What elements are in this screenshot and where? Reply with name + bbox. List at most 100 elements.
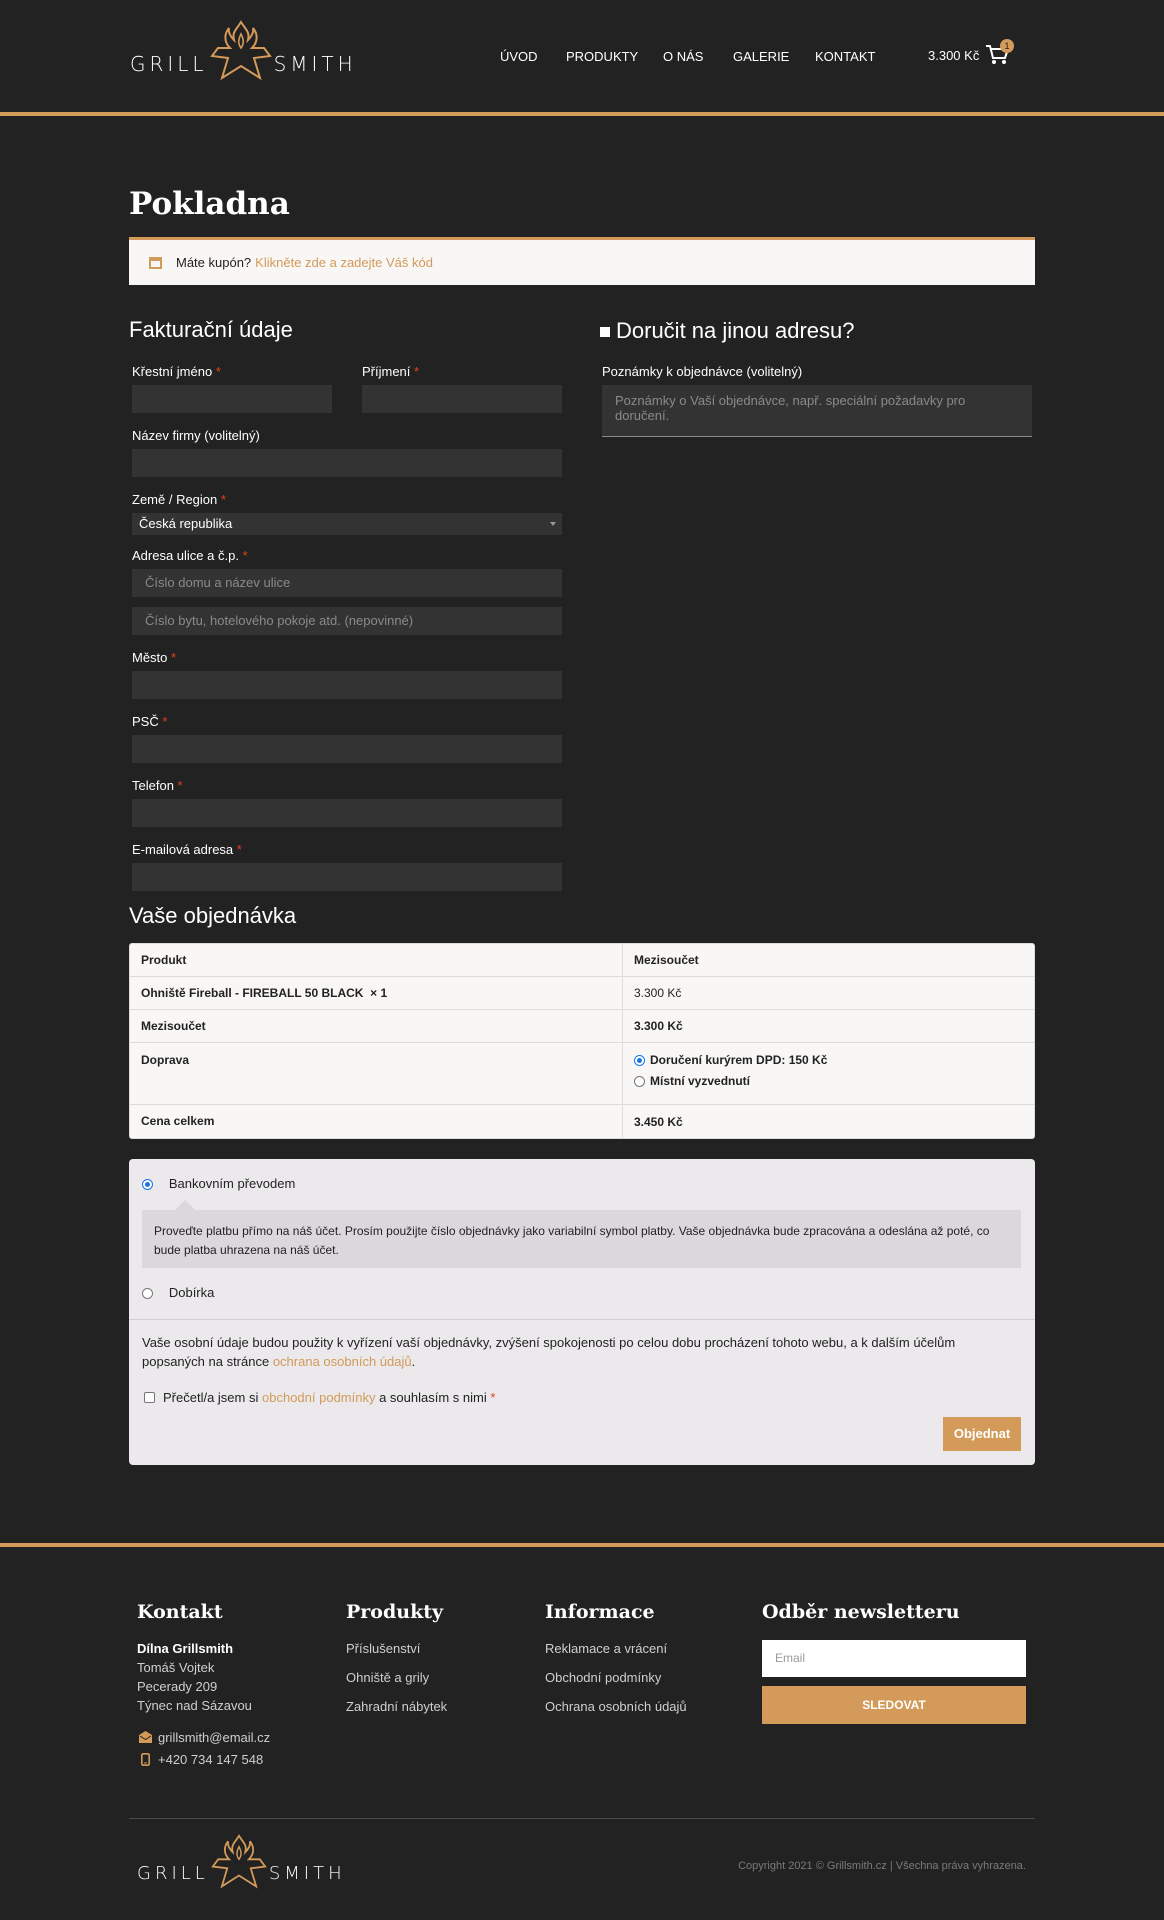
company-input[interactable] — [132, 449, 562, 477]
shipping-options: Doručení kurýrem DPD: 150 Kč Místní vyzv… — [623, 1043, 1034, 1104]
phone-icon — [141, 1753, 150, 1766]
table-row: Ohniště Fireball - FIREBALL 50 BLACK × 1… — [130, 976, 1034, 1010]
required-mark: * — [162, 714, 168, 729]
table-row: Doprava Doručení kurýrem DPD: 150 Kč Mís… — [130, 1043, 1034, 1105]
col-product-header: Produkt — [130, 943, 623, 977]
footer-email[interactable]: grillsmith@email.cz — [158, 1730, 270, 1745]
terms-checkbox[interactable] — [144, 1392, 155, 1403]
ship-different-checkbox[interactable] — [600, 327, 610, 337]
cart-count-badge: 1 — [1000, 39, 1014, 53]
required-mark: * — [171, 650, 177, 665]
phone-input[interactable] — [132, 799, 562, 827]
coupon-notice: Máte kupón? Klikněte zde a zadejte Váš k… — [129, 237, 1035, 285]
cart-widget[interactable]: 3.300 Kč 1 — [928, 39, 1014, 66]
table-row: Cena celkem 3.450 Kč — [130, 1105, 1034, 1138]
first-name-input[interactable] — [132, 385, 332, 413]
total-value: 3.450 Kč — [634, 1114, 683, 1129]
footer-contact-street: Pecerady 209 — [137, 1679, 218, 1694]
footer-link-firepits[interactable]: Ohniště a grily — [346, 1670, 429, 1685]
order-title: Vaše objednávka — [129, 903, 297, 928]
shipping-option-dpd-label: Doručení kurýrem DPD: 150 Kč — [650, 1053, 828, 1067]
total-label: Cena celkem — [130, 1105, 623, 1138]
footer-link-furniture[interactable]: Zahradní nábytek — [346, 1699, 447, 1714]
zip-label: PSČ * — [132, 714, 167, 729]
cart-amount: 3.300 Kč — [928, 47, 980, 63]
flame-anvil-icon — [210, 1834, 267, 1889]
first-name-label-text: Křestní jméno — [132, 364, 213, 379]
payment-option-cod[interactable]: Dobírka — [142, 1285, 214, 1300]
subtotal-value: 3.300 Kč — [634, 1019, 683, 1033]
phone-label: Telefon * — [132, 778, 183, 793]
privacy-notice: Vaše osobní údaje budou použity k vyříze… — [142, 1333, 1017, 1371]
radio-button[interactable] — [634, 1076, 645, 1087]
order-table: Produkt Mezisoučet Ohniště Fireball - FI… — [129, 943, 1035, 1139]
nav-link-produkty[interactable]: PRODUKTY — [566, 49, 638, 64]
footer-link-returns[interactable]: Reklamace a vrácení — [545, 1641, 667, 1656]
newsletter-subscribe-button[interactable]: SLEDOVAT — [762, 1686, 1026, 1724]
nav-link-o-nas[interactable]: O NÁS — [663, 49, 703, 64]
first-name-label: Křestní jméno * — [132, 364, 221, 379]
logo-word-smith: SMITH — [268, 1863, 346, 1884]
zip-label-text: PSČ — [132, 714, 159, 729]
payment-bank-description: Proveďte platbu přímo na náš účet. Prosí… — [142, 1200, 1021, 1268]
footer-logo[interactable]: GRILL SMITH — [137, 1834, 346, 1890]
street-input[interactable]: Číslo domu a název ulice — [132, 569, 562, 597]
country-label-text: Země / Region — [132, 492, 218, 507]
header-divider — [0, 112, 1164, 116]
required-mark: * — [490, 1390, 496, 1405]
nav-link-kontakt[interactable]: KONTAKT — [815, 49, 875, 64]
footer-link-privacy[interactable]: Ochrana osobních údajů — [545, 1699, 687, 1714]
country-select[interactable]: Česká republika — [132, 513, 562, 535]
required-mark: * — [242, 548, 248, 563]
payment-box: Bankovním převodem Proveďte platbu přímo… — [129, 1159, 1035, 1465]
site-header: GRILL SMITH ÚVOD PRODUKTY O NÁS GALERIE … — [0, 0, 1164, 113]
order-item-title: Ohniště Fireball - FIREBALL 50 BLACK — [141, 985, 364, 1000]
payment-divider — [129, 1319, 1035, 1320]
street-label-text: Adresa ulice a č.p. — [132, 548, 239, 563]
page-title: Pokladna — [129, 186, 290, 222]
table-header-row: Produkt Mezisoučet — [130, 943, 1034, 977]
nav-link-galerie[interactable]: GALERIE — [733, 49, 789, 64]
city-label: Město * — [132, 650, 176, 665]
shipping-label: Doprava — [130, 1043, 623, 1105]
shipping-option-pickup[interactable]: Místní vyzvednutí — [634, 1074, 1023, 1088]
street2-input[interactable]: Číslo bytu, hotelového pokoje atd. (nepo… — [132, 607, 562, 635]
city-input[interactable] — [132, 671, 562, 699]
required-mark: * — [414, 364, 420, 379]
radio-button[interactable] — [142, 1179, 153, 1190]
company-label: Název firmy (volitelný) — [132, 428, 260, 443]
shipping-title: Doručit na jinou adresu? — [616, 318, 855, 343]
notes-label: Poznámky k objednávce (volitelný) — [602, 364, 803, 379]
terms-link[interactable]: obchodní podmínky — [262, 1390, 375, 1405]
footer-link-accessories[interactable]: Příslušenství — [346, 1641, 420, 1656]
nav-link-uvod[interactable]: ÚVOD — [500, 49, 538, 64]
site-logo[interactable]: GRILL SMITH — [130, 20, 357, 82]
city-label-text: Město — [132, 650, 168, 665]
terms-row: Přečetl/a jsem si obchodní podmínky a so… — [144, 1390, 495, 1405]
billing-title: Fakturační údaje — [129, 317, 293, 342]
footer-contact-name: Dílna Grillsmith — [137, 1641, 234, 1656]
privacy-link[interactable]: ochrana osobních údajů — [273, 1354, 412, 1369]
envelope-icon — [139, 1731, 152, 1743]
footer-contact-title: Kontakt — [137, 1601, 223, 1623]
footer-contact-person: Tomáš Vojtek — [137, 1660, 215, 1675]
last-name-input[interactable] — [362, 385, 562, 413]
coupon-text: Máte kupón? — [176, 255, 252, 270]
footer-divider — [0, 1543, 1164, 1547]
radio-button[interactable] — [142, 1288, 153, 1299]
footer-phone[interactable]: +420 734 147 548 — [158, 1752, 263, 1767]
order-item-name: Ohniště Fireball - FIREBALL 50 BLACK × 1 — [130, 976, 623, 1010]
email-input[interactable] — [132, 863, 562, 891]
newsletter-email-input[interactable]: Email — [762, 1640, 1026, 1677]
radio-button[interactable] — [634, 1055, 645, 1066]
zip-input[interactable] — [132, 735, 562, 763]
email-label: E-mailová adresa * — [132, 842, 242, 857]
shipping-option-dpd[interactable]: Doručení kurýrem DPD: 150 Kč — [634, 1053, 1023, 1067]
coupon-link[interactable]: Klikněte zde a zadejte Váš kód — [255, 255, 433, 270]
place-order-button[interactable]: Objednat — [943, 1417, 1021, 1451]
payment-option-bank[interactable]: Bankovním převodem — [142, 1176, 295, 1191]
order-item-qty: × 1 — [370, 985, 388, 1000]
footer-link-terms[interactable]: Obchodní podmínky — [545, 1670, 661, 1685]
shipping-option-pickup-label: Místní vyzvednutí — [650, 1074, 751, 1088]
notes-textarea[interactable]: Poznámky o Vaší objednávce, např. speciá… — [602, 385, 1032, 437]
